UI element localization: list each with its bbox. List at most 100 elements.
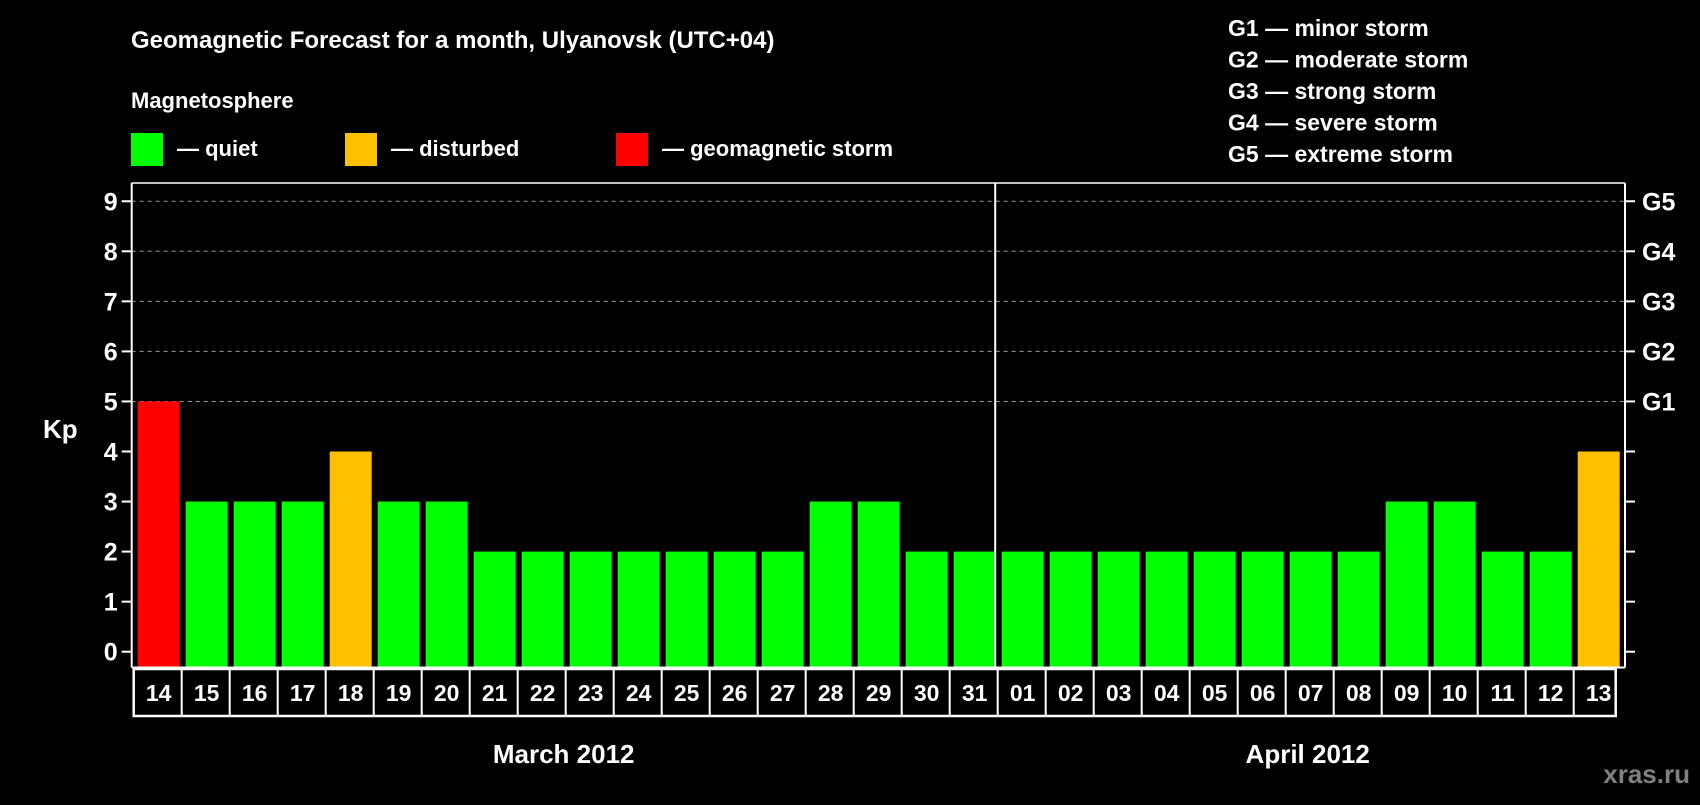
x-tick-label: 03 — [1106, 680, 1132, 706]
watermark: xras.ru — [1603, 759, 1690, 789]
x-tick-label: 18 — [338, 680, 364, 706]
bar-05 — [1193, 551, 1236, 668]
bar-20 — [425, 501, 468, 668]
bar-16 — [233, 501, 276, 668]
x-tick-label: 08 — [1346, 680, 1372, 706]
y-axis-label: Kp — [43, 414, 78, 444]
bar-08 — [1337, 551, 1380, 668]
bar-04 — [1145, 551, 1188, 668]
bar-15 — [185, 501, 228, 668]
storm-level-label: G4 — [1642, 238, 1675, 266]
bar-31 — [953, 551, 996, 668]
x-tick-label: 23 — [578, 680, 604, 706]
x-tick-label: 31 — [962, 680, 988, 706]
bar-23 — [569, 551, 612, 668]
x-tick-label: 11 — [1491, 680, 1516, 706]
y-tick-label: 1 — [104, 589, 118, 617]
y-tick-label: 3 — [104, 489, 118, 517]
y-tick-label: 5 — [104, 388, 118, 416]
x-tick-label: 16 — [242, 680, 268, 706]
x-tick-label: 25 — [674, 680, 700, 706]
bar-02 — [1049, 551, 1092, 668]
storm-level-label: G2 — [1642, 338, 1675, 366]
x-tick-label: 07 — [1298, 680, 1324, 706]
x-tick-label: 30 — [914, 680, 940, 706]
x-tick-label: 24 — [626, 680, 652, 706]
bar-13 — [1577, 451, 1620, 668]
x-tick-label: 09 — [1394, 680, 1420, 706]
legend-swatch — [616, 133, 648, 166]
storm-scale-item: G5 — extreme storm — [1228, 141, 1453, 167]
bar-30 — [905, 551, 948, 668]
month-label: March 2012 — [493, 739, 635, 769]
legend: — quiet — disturbed — geomagnetic storm — [131, 133, 893, 166]
storm-level-label: G1 — [1642, 388, 1675, 416]
bar-09 — [1385, 501, 1428, 668]
x-tick-label: 05 — [1202, 680, 1228, 706]
bar-03 — [1097, 551, 1140, 668]
x-tick-label: 04 — [1154, 680, 1180, 706]
bar-19 — [377, 501, 420, 668]
x-tick-labels: 14 15 16 17 18 19 20 21 22 23 24 25 26 27 28 29 30 31 01 02… — [132, 667, 1617, 718]
x-tick-label: 20 — [434, 680, 460, 706]
legend-label: — geomagnetic storm — [662, 136, 893, 161]
bar-12 — [1529, 551, 1572, 668]
x-tick-label: 27 — [770, 680, 796, 706]
bar-21 — [473, 551, 516, 668]
y-tick-label: 4 — [104, 439, 118, 467]
storm-scale-item: G2 — moderate storm — [1228, 47, 1468, 73]
legend-swatch — [345, 133, 377, 166]
bar-14 — [137, 401, 180, 668]
bar-11 — [1481, 551, 1524, 668]
x-tick-label: 28 — [818, 680, 844, 706]
x-tick-label: 22 — [530, 680, 556, 706]
x-tick-label: 19 — [386, 680, 412, 706]
bar-22 — [521, 551, 564, 668]
gridlines — [131, 200, 1625, 402]
y-tick-label: 6 — [104, 338, 118, 366]
y-tick-label: 7 — [104, 288, 118, 316]
x-tick-label: 14 — [146, 680, 172, 706]
legend-swatch — [131, 133, 163, 166]
legend-title: Magnetosphere — [131, 88, 294, 113]
x-tick-label: 21 — [482, 680, 508, 706]
x-tick-label: 26 — [722, 680, 748, 706]
storm-scale-legend: G1 — minor storm G2 — moderate storm G3 — … — [1228, 15, 1468, 167]
bar-17 — [281, 501, 324, 668]
bars — [137, 401, 1620, 668]
y-tick-label: 0 — [104, 639, 118, 667]
legend-label: — disturbed — [391, 136, 519, 161]
y-tick-label: 9 — [104, 188, 118, 216]
bar-24 — [617, 551, 660, 668]
legend-label: — quiet — [177, 136, 258, 161]
storm-scale-item: G4 — severe storm — [1228, 110, 1438, 136]
x-tick-label: 12 — [1538, 680, 1564, 706]
x-tick-label: 29 — [866, 680, 892, 706]
x-tick-label: 17 — [290, 680, 316, 706]
x-tick-label: 13 — [1586, 680, 1612, 706]
bar-27 — [761, 551, 804, 668]
x-tick-label: 02 — [1058, 680, 1084, 706]
bar-28 — [809, 501, 852, 668]
y-tick-label: 8 — [104, 238, 118, 266]
storm-level-label: G5 — [1642, 188, 1675, 216]
bar-29 — [857, 501, 900, 668]
bar-01 — [1001, 551, 1044, 668]
chart-title: Geomagnetic Forecast for a month, Ulyano… — [131, 27, 775, 54]
x-tick-label: 06 — [1250, 680, 1276, 706]
x-tick-label: 15 — [194, 680, 220, 706]
kp-forecast-chart: Geomagnetic Forecast for a month, Ulyano… — [43, 15, 1690, 789]
month-labels: March 2012 April 2012 — [493, 739, 1370, 769]
storm-level-label: G3 — [1642, 288, 1675, 316]
bar-10 — [1433, 501, 1476, 668]
storm-scale-item: G1 — minor storm — [1228, 15, 1429, 41]
month-label: April 2012 — [1246, 739, 1370, 769]
bar-18 — [329, 451, 372, 668]
y-tick-label: 2 — [104, 539, 118, 567]
bar-26 — [713, 551, 756, 668]
storm-scale-item: G3 — strong storm — [1228, 78, 1436, 104]
bar-07 — [1289, 551, 1332, 668]
x-tick-label: 01 — [1010, 680, 1036, 706]
bar-06 — [1241, 551, 1284, 668]
bar-25 — [665, 551, 708, 668]
